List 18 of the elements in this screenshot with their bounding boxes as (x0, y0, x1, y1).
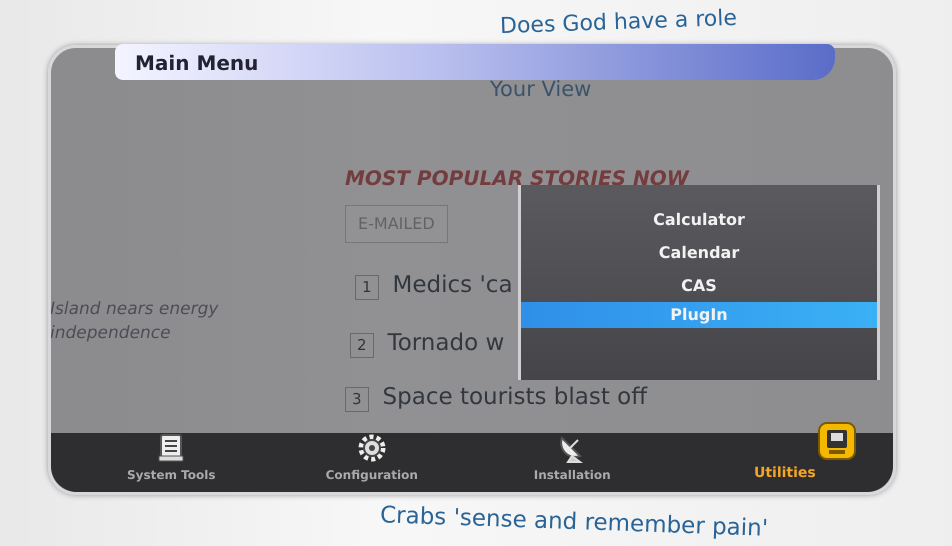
story-number: 3 (345, 387, 369, 412)
story-link[interactable]: Tornado w (388, 326, 504, 360)
submenu-item[interactable]: Calculator (521, 203, 877, 236)
submenu-item[interactable]: Calendar (521, 236, 877, 269)
category-tab[interactable]: Configuration (286, 432, 457, 484)
gear-icon (356, 432, 388, 464)
story-link[interactable]: Crabs 'sense and remember pain' (380, 498, 769, 546)
section-title: MOST POPULAR STORIES NOW (345, 165, 689, 192)
menu-title-bar: Main Menu (115, 44, 835, 80)
category-tab[interactable]: System Tools (86, 432, 256, 484)
headline-link[interactable]: Does God have a role (500, 2, 738, 44)
submenu-item[interactable]: CAS (521, 269, 877, 302)
story-number: 2 (350, 333, 374, 358)
category-tab[interactable]: Installation (487, 432, 658, 484)
story-number: 1 (355, 275, 379, 300)
story-link[interactable]: Medics 'ca (392, 268, 513, 302)
story-link[interactable]: Space tourists blast off (382, 380, 648, 414)
category-tab[interactable]: Utilities (688, 420, 858, 484)
